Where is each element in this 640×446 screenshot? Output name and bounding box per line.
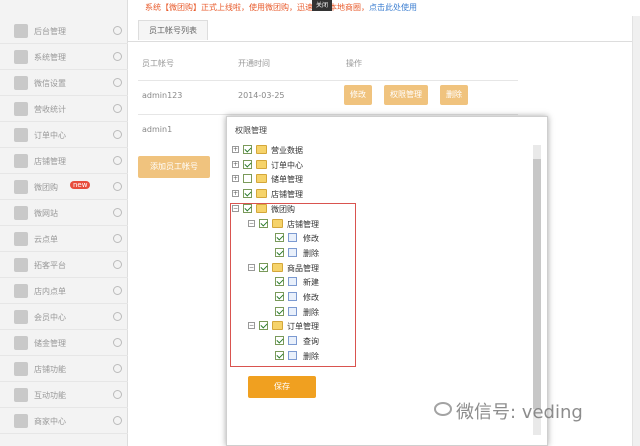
folder-icon: [256, 174, 267, 184]
expand-icon[interactable]: +: [232, 146, 239, 153]
tree-node-label[interactable]: 店铺管理: [271, 189, 303, 200]
expand-icon[interactable]: +: [232, 160, 239, 168]
expand-icon[interactable]: +: [232, 190, 239, 198]
tree-node-label[interactable]: 订单中心: [271, 160, 303, 171]
permission-checkbox[interactable]: [243, 189, 252, 199]
tree-node-label[interactable]: 储单管理: [271, 174, 303, 185]
highlight-box: [230, 203, 356, 367]
close-button[interactable]: 关闭: [312, 0, 332, 11]
permission-checkbox[interactable]: [243, 174, 252, 184]
folder-icon: [256, 189, 267, 199]
permission-checkbox[interactable]: [243, 159, 252, 169]
expand-icon[interactable]: +: [232, 175, 239, 183]
dialog-title: 权限管理: [235, 126, 267, 135]
watermark: 微信号: veding: [456, 402, 583, 423]
folder-icon: [256, 159, 267, 169]
save-button[interactable]: 保存: [248, 376, 316, 398]
dialog-scrollbar[interactable]: [533, 145, 541, 435]
wechat-icon: [434, 402, 452, 416]
tree-node-label[interactable]: 营业数据: [271, 145, 303, 156]
folder-icon: [256, 145, 267, 154]
permission-checkbox[interactable]: [243, 145, 252, 154]
dialog-scrollbar-thumb[interactable]: [533, 159, 541, 409]
